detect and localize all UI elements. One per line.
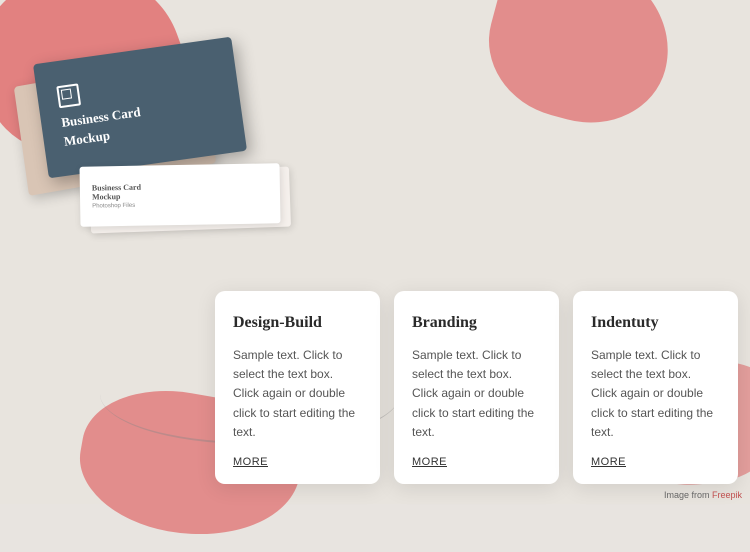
image-credit: Image from Freepik <box>664 490 742 500</box>
card-design-build: Design-Build Sample text. Click to selec… <box>215 291 380 484</box>
mockup-area: Business CardMockup Business Card Mockup… <box>10 20 290 300</box>
card-indentuty-text: Sample text. Click to select the text bo… <box>591 346 720 442</box>
card-flat-container: Business Card Mockup Photoshop Files <box>70 160 310 240</box>
card-branding-more[interactable]: MORE <box>412 456 541 468</box>
card-indentuty: Indentuty Sample text. Click to select t… <box>573 291 738 484</box>
card-branding: Branding Sample text. Click to select th… <box>394 291 559 484</box>
card-logo-icon <box>56 84 81 109</box>
card-design-build-text: Sample text. Click to select the text bo… <box>233 346 362 442</box>
card-branding-title: Branding <box>412 313 541 334</box>
cards-container: Design-Build Sample text. Click to selec… <box>215 291 740 484</box>
card-branding-text: Sample text. Click to select the text bo… <box>412 346 541 442</box>
card-indentuty-more[interactable]: MORE <box>591 456 720 468</box>
card-indentuty-title: Indentuty <box>591 313 720 334</box>
card-flat-label: Photoshop Files <box>92 200 268 209</box>
credit-link[interactable]: Freepik <box>712 490 742 500</box>
card-design-build-more[interactable]: MORE <box>233 456 362 468</box>
card-design-build-title: Design-Build <box>233 313 362 334</box>
card-flat-front: Business Card Mockup Photoshop Files <box>79 163 280 226</box>
credit-label: Image from <box>664 490 710 500</box>
card-flat-subtitle: Mockup <box>92 189 268 201</box>
card-main-title: Business CardMockup <box>60 92 224 150</box>
